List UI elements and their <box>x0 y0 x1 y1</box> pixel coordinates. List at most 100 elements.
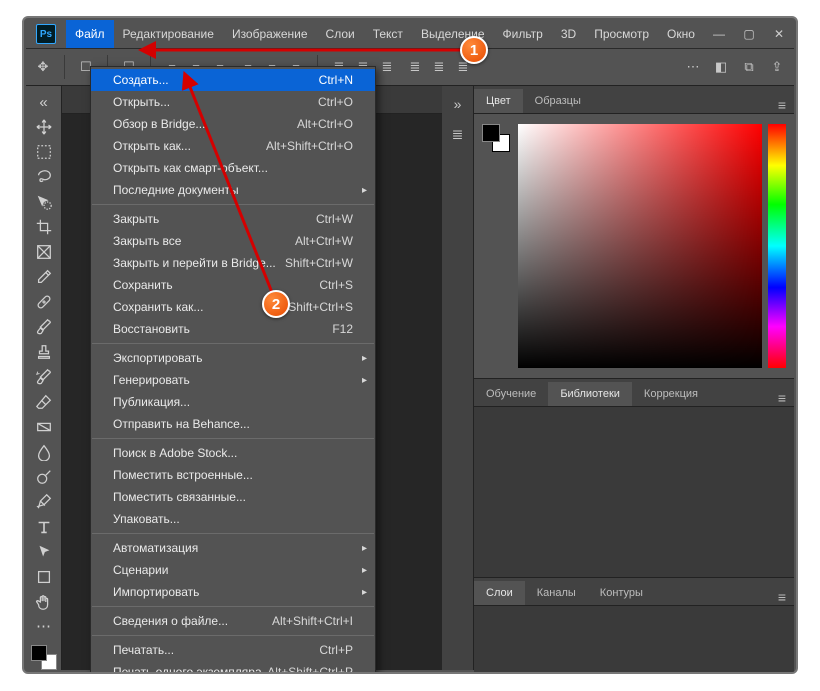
crop-tool[interactable] <box>29 215 59 240</box>
menu-item[interactable]: Открыть как смарт-объект... <box>91 157 375 179</box>
dock-collapse-icon[interactable]: » <box>448 94 468 114</box>
tab-layers[interactable]: Слои <box>474 581 525 605</box>
menu-item[interactable]: Печатать...Ctrl+P <box>91 639 375 661</box>
fg-bg-swatches[interactable] <box>31 645 57 670</box>
more-opts-icon[interactable]: ⋯ <box>682 56 704 78</box>
menu-item[interactable]: СохранитьCtrl+S <box>91 274 375 296</box>
titlebar: Ps ФайлРедактированиеИзображениеСлоиТекс… <box>26 20 794 48</box>
menu-item[interactable]: Упаковать... <box>91 508 375 530</box>
menu-item[interactable]: Создать...Ctrl+N <box>91 69 375 91</box>
window-controls: — ▢ ✕ <box>704 20 794 48</box>
app-frame: Ps ФайлРедактированиеИзображениеСлоиТекс… <box>26 20 794 670</box>
app-logo: Ps <box>36 24 56 44</box>
menu-item[interactable]: Генерировать▸ <box>91 369 375 391</box>
menu-item[interactable]: Поместить встроенные... <box>91 464 375 486</box>
menu-item[interactable]: Публикация... <box>91 391 375 413</box>
libraries-panel: Обучение Библиотеки Коррекция ≡ <box>474 379 794 578</box>
close-button[interactable]: ✕ <box>764 20 794 48</box>
arrange-icon[interactable]: ⧉ <box>738 56 760 78</box>
file-menu-dropdown: Создать...Ctrl+NОткрыть...Ctrl+OОбзор в … <box>90 66 376 674</box>
healing-tool[interactable] <box>29 290 59 315</box>
panel-area: » ≣ Цвет Образцы ≡ <box>442 86 794 670</box>
move-tool[interactable] <box>29 115 59 140</box>
menu-item[interactable]: Поместить связанные... <box>91 486 375 508</box>
menu-окно[interactable]: Окно <box>658 20 704 48</box>
quickselect-tool[interactable] <box>29 190 59 215</box>
menu-3d[interactable]: 3D <box>552 20 585 48</box>
shape-tool[interactable] <box>29 564 59 589</box>
color-picker-field[interactable] <box>518 124 762 368</box>
menu-текст[interactable]: Текст <box>364 20 412 48</box>
color-panel-body <box>474 114 794 378</box>
menu-файл[interactable]: Файл <box>66 20 114 48</box>
panel-stack: Цвет Образцы ≡ Обучение Библиотеки Кор <box>474 86 794 670</box>
color-fgbg[interactable] <box>482 124 510 152</box>
menu-item[interactable]: Открыть...Ctrl+O <box>91 91 375 113</box>
lasso-tool[interactable] <box>29 165 59 190</box>
menu-item[interactable]: Обзор в Bridge...Alt+Ctrl+O <box>91 113 375 135</box>
tab-learn[interactable]: Обучение <box>474 382 548 406</box>
menu-item[interactable]: Закрыть всеAlt+Ctrl+W <box>91 230 375 252</box>
pen-tool[interactable] <box>29 489 59 514</box>
marquee-tool[interactable] <box>29 140 59 165</box>
edit-toolbar[interactable]: ⋯ <box>29 614 59 639</box>
menu-item[interactable]: Сценарии▸ <box>91 559 375 581</box>
menu-item[interactable]: Автоматизация▸ <box>91 537 375 559</box>
maximize-button[interactable]: ▢ <box>734 20 764 48</box>
menu-item[interactable]: ВосстановитьF12 <box>91 318 375 340</box>
menu-изображение[interactable]: Изображение <box>223 20 317 48</box>
panel-menu-icon[interactable]: ≡ <box>770 97 794 113</box>
menu-item[interactable]: Поиск в Adobe Stock... <box>91 442 375 464</box>
menu-item[interactable]: Печать одного экземпляраAlt+Shift+Ctrl+P <box>91 661 375 674</box>
layers-body <box>474 606 794 674</box>
tab-color[interactable]: Цвет <box>474 89 523 113</box>
menu-item[interactable]: Импортировать▸ <box>91 581 375 603</box>
menubar: ФайлРедактированиеИзображениеСлоиТекстВы… <box>66 20 704 48</box>
menu-item[interactable]: Сведения о файле...Alt+Shift+Ctrl+I <box>91 610 375 632</box>
history-panel-icon[interactable]: ≣ <box>448 124 468 144</box>
type-tool[interactable] <box>29 514 59 539</box>
dist-left-icon[interactable]: ≣ <box>404 56 426 78</box>
menu-слои[interactable]: Слои <box>317 20 364 48</box>
menu-item[interactable]: Последние документы▸ <box>91 179 375 201</box>
frame-tool[interactable] <box>29 240 59 265</box>
menu-фильтр[interactable]: Фильтр <box>494 20 552 48</box>
collapse-icon[interactable]: « <box>29 90 59 115</box>
blur-tool[interactable] <box>29 439 59 464</box>
annotation-badge-2: 2 <box>262 290 290 318</box>
brush-tool[interactable] <box>29 315 59 340</box>
dodge-tool[interactable] <box>29 464 59 489</box>
hue-slider[interactable] <box>768 124 786 368</box>
stamp-tool[interactable] <box>29 340 59 365</box>
tab-adjustments[interactable]: Коррекция <box>632 382 710 406</box>
share-icon[interactable]: ⇪ <box>766 56 788 78</box>
menu-item[interactable]: Экспортировать▸ <box>91 347 375 369</box>
minimize-button[interactable]: — <box>704 20 734 48</box>
panel-menu-icon[interactable]: ≡ <box>770 589 794 605</box>
color-panel: Цвет Образцы ≡ <box>474 86 794 379</box>
panel-dock: » ≣ <box>442 86 474 670</box>
menu-item[interactable]: Сохранить как...Shift+Ctrl+S <box>91 296 375 318</box>
hand-tool[interactable] <box>29 589 59 614</box>
menu-просмотр[interactable]: Просмотр <box>585 20 658 48</box>
tab-paths[interactable]: Контуры <box>588 581 655 605</box>
history-brush-tool[interactable] <box>29 364 59 389</box>
menu-item[interactable]: ЗакрытьCtrl+W <box>91 208 375 230</box>
menu-item[interactable]: Открыть как...Alt+Shift+Ctrl+O <box>91 135 375 157</box>
3dmode-icon[interactable]: ◧ <box>710 56 732 78</box>
menu-item[interactable]: Закрыть и перейти в Bridge...Shift+Ctrl+… <box>91 252 375 274</box>
annotation-badge-1: 1 <box>460 36 488 64</box>
menu-item[interactable]: Отправить на Behance... <box>91 413 375 435</box>
panel-menu-icon[interactable]: ≡ <box>770 390 794 406</box>
eraser-tool[interactable] <box>29 389 59 414</box>
dist-bottom-icon[interactable]: ≣ <box>376 56 398 78</box>
eyedropper-tool[interactable] <box>29 265 59 290</box>
gradient-tool[interactable] <box>29 414 59 439</box>
tab-channels[interactable]: Каналы <box>525 581 588 605</box>
menu-редактирование[interactable]: Редактирование <box>114 20 223 48</box>
app-window: Ps ФайлРедактированиеИзображениеСлоиТекс… <box>22 16 798 674</box>
path-select-tool[interactable] <box>29 539 59 564</box>
tab-swatches[interactable]: Образцы <box>523 89 593 113</box>
tab-libraries[interactable]: Библиотеки <box>548 382 632 406</box>
dist-hcenter-icon[interactable]: ≣ <box>428 56 450 78</box>
